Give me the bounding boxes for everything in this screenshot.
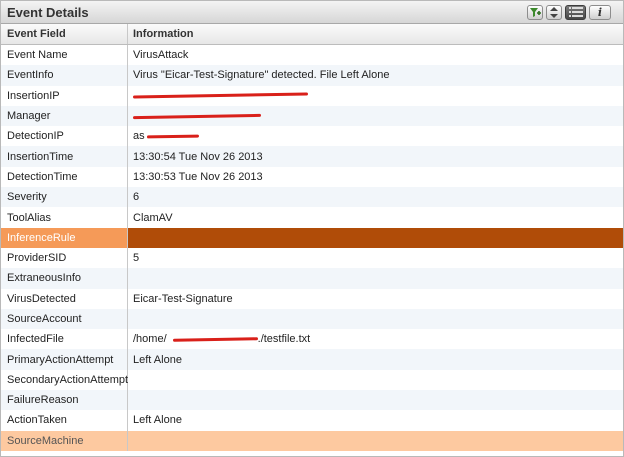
event-field-cell: Event Name [1,45,128,66]
event-field-cell: DetectionTime [1,166,128,188]
information-value: Left Alone [133,353,182,366]
information-cell: 5 [128,248,623,268]
list-view-icon [568,7,583,17]
redaction-mark [132,92,309,99]
event-details-table: Event Field Information Event Name VirusA… [1,24,623,451]
table-row[interactable]: ActionTaken Left Alone [1,410,623,431]
information-cell: 13:30:53 Tue Nov 26 2013 [128,167,623,187]
information-value: /home/ [133,333,167,346]
information-cell [128,309,623,329]
table-row[interactable]: ProviderSID 5 [1,247,623,269]
table-row[interactable]: VirusDetected Eicar-Test-Signature [1,288,623,309]
information-cell: ClamAV [128,207,623,227]
table-row[interactable]: PrimaryActionAttempt Left Alone [1,349,623,370]
list-view-button[interactable] [565,4,586,20]
table-row[interactable]: ExtraneousInfo [1,268,623,289]
sort-up-down-icon [550,6,558,18]
information-cell: Left Alone [128,349,623,369]
filter-add-button[interactable] [527,4,543,20]
panel-titlebar: Event Details i [1,1,623,24]
event-field-cell: InferenceRule [1,227,128,248]
panel-title: Event Details [7,4,89,20]
event-field-cell: ExtraneousInfo [1,268,128,289]
event-field-cell: Severity [1,187,128,208]
event-details-panel: Event Details i Event Field Information … [0,0,624,457]
table-row[interactable]: InfectedFile/home/ ./testfile.txt [1,329,623,350]
table-row[interactable]: EventInfo Virus "Eicar-Test-Signature" de… [1,65,623,86]
table-body: Event Name VirusAttack EventInfo Virus "Eic… [1,45,623,451]
column-header-information[interactable]: Information [128,24,623,44]
event-field-cell: SourceMachine [1,430,128,451]
table-row[interactable]: Event Name VirusAttack [1,45,623,66]
event-field-cell: InfectedFile [1,329,128,350]
table-header: Event Field Information [1,24,623,45]
table-row[interactable]: SourceAccount [1,308,623,330]
event-field-cell: DetectionIP [1,126,128,147]
information-value: 13:30:53 Tue Nov 26 2013 [133,170,263,183]
event-field-cell: EventInfo [1,65,128,86]
information-cell [128,268,623,288]
event-field-cell: PrimaryActionAttempt [1,349,128,370]
information-cell: Virus "Eicar-Test-Signature" detected. F… [128,65,623,85]
event-field-cell: ActionTaken [1,410,128,431]
information-cell [128,390,623,410]
event-field-cell: Manager [1,105,128,127]
information-value: Left Alone [133,414,182,427]
table-row[interactable]: Manager [1,105,623,127]
information-value: Virus "Eicar-Test-Signature" detected. F… [133,69,390,82]
event-field-cell: InsertionTime [1,146,128,167]
table-row[interactable]: DetectionTime 13:30:53 Tue Nov 26 2013 [1,166,623,188]
panel-toolbar: i [527,4,623,20]
information-cell [128,431,623,451]
redaction-mark [172,337,258,342]
table-row[interactable]: DetectionIP as [1,126,623,147]
information-cell: VirusAttack [128,45,623,65]
information-value: Eicar-Test-Signature [133,292,233,305]
table-row[interactable]: SecondaryActionAttempt [1,369,623,391]
table-row[interactable]: ToolAlias ClamAV [1,207,623,228]
information-value: as [133,130,145,143]
event-field-cell: SecondaryActionAttempt [1,369,128,391]
column-header-event-field[interactable]: Event Field [1,24,128,44]
event-field-cell: VirusDetected [1,288,128,309]
information-value: ClamAV [133,211,173,224]
information-value: VirusAttack [133,49,189,62]
filter-add-icon [530,7,541,17]
information-value: 6 [133,191,140,204]
information-value-suffix: ./testfile.txt [257,333,311,346]
table-row[interactable]: InsertionTime 13:30:54 Tue Nov 26 2013 [1,146,623,167]
information-cell: 6 [128,187,623,207]
information-cell [128,227,623,248]
redaction-mark [132,113,262,119]
redaction-mark [146,134,199,139]
event-field-cell: InsertionIP [1,85,128,106]
sort-button[interactable] [546,4,562,20]
information-cell [128,370,623,390]
table-row[interactable]: InsertionIP [1,85,623,106]
information-value: 13:30:54 Tue Nov 26 2013 [133,150,263,163]
information-cell: Left Alone [128,410,623,430]
table-row[interactable]: InferenceRule [1,227,623,248]
table-row[interactable]: FailureReason [1,390,623,411]
table-row[interactable]: Severity 6 [1,187,623,208]
event-field-cell: FailureReason [1,390,128,411]
event-field-cell: ToolAlias [1,207,128,228]
event-field-cell: ProviderSID [1,247,128,269]
information-cell [128,106,623,126]
info-icon: i [597,5,603,19]
information-cell: /home/ ./testfile.txt [128,329,623,349]
information-cell [128,86,623,106]
information-value: 5 [133,252,140,265]
information-cell: as [128,126,623,146]
information-cell: 13:30:54 Tue Nov 26 2013 [128,146,623,166]
information-cell: Eicar-Test-Signature [128,289,623,309]
event-field-cell: SourceAccount [1,308,128,330]
info-button[interactable]: i [589,4,611,20]
table-row[interactable]: SourceMachine [1,430,623,451]
